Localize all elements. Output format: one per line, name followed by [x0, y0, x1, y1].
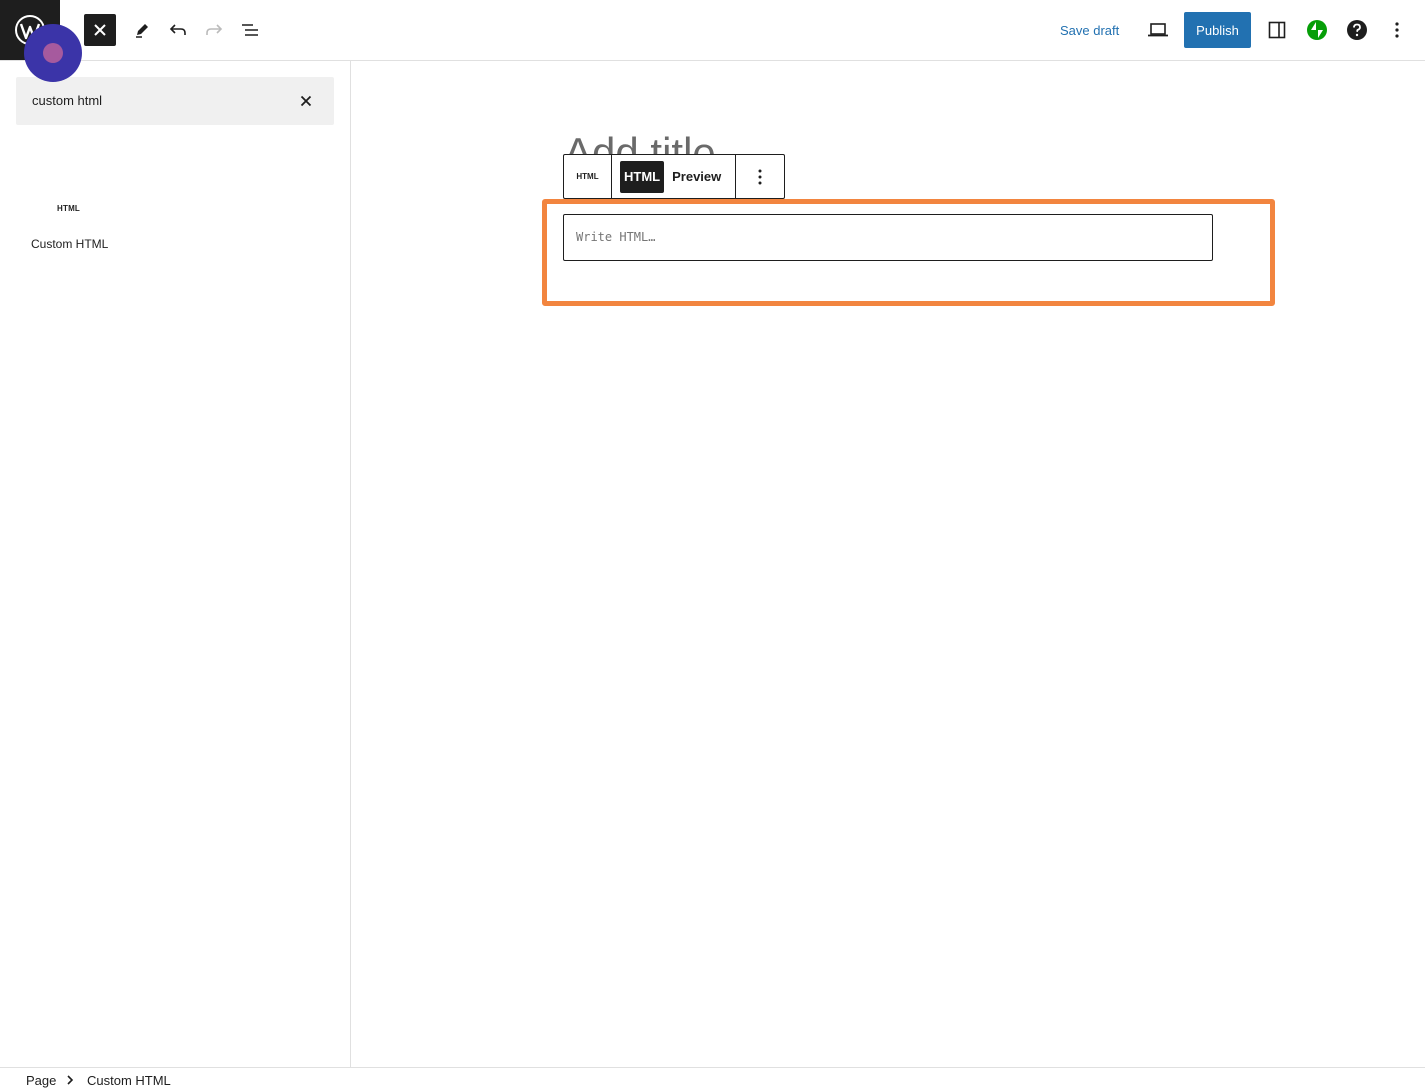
help-icon: [1347, 20, 1367, 40]
redo-icon: [206, 24, 223, 35]
chevron-right-icon: [67, 1075, 74, 1085]
clear-search-button[interactable]: [294, 89, 318, 113]
settings-sidebar-button[interactable]: [1261, 14, 1293, 46]
search-value[interactable]: custom html: [32, 93, 102, 108]
block-options-button[interactable]: [736, 155, 784, 198]
list-view-icon: [242, 24, 258, 36]
settings-sidebar-icon: [1268, 21, 1286, 39]
block-result-custom-html[interactable]: HTML Custom HTML: [20, 191, 118, 261]
block-breadcrumb: Page Custom HTML: [0, 1067, 1425, 1092]
close-icon: [300, 95, 312, 107]
publish-button[interactable]: Publish: [1184, 12, 1251, 48]
html-code-textarea[interactable]: Write HTML…: [563, 214, 1213, 261]
pen-icon: [136, 24, 148, 38]
editor-canvas: Add title HTML HTML Preview Write HTML…: [352, 61, 1425, 1067]
block-search-input[interactable]: custom html: [16, 77, 334, 125]
undo-icon: [169, 24, 186, 35]
jetpack-button[interactable]: [1301, 14, 1333, 46]
breadcrumb-current-block: Custom HTML: [87, 1073, 171, 1088]
block-result-label: Custom HTML: [31, 237, 109, 251]
editor-header: Save draft Publish: [0, 0, 1425, 61]
close-icon: [94, 24, 106, 36]
tools-button[interactable]: [126, 14, 158, 46]
options-button[interactable]: [1381, 14, 1413, 46]
html-block-icon: HTML: [57, 204, 81, 213]
breadcrumb-page[interactable]: Page: [26, 1073, 56, 1088]
tab-preview[interactable]: Preview: [666, 161, 727, 193]
redo-button[interactable]: [198, 14, 230, 46]
block-toolbar: HTML HTML Preview: [563, 154, 786, 199]
html-block-type-icon: HTML: [576, 172, 599, 181]
html-textarea-placeholder: Write HTML…: [576, 230, 656, 244]
block-inserter-panel: custom html HTML Custom HTML: [0, 61, 351, 1067]
tab-html[interactable]: HTML: [620, 160, 665, 193]
html-preview-tabs: HTML Preview: [612, 155, 737, 198]
desktop-preview-icon: [1148, 23, 1168, 37]
block-type-switcher[interactable]: HTML: [564, 155, 612, 198]
touch-cursor-inner: [43, 43, 63, 63]
close-inserter-button[interactable]: [84, 14, 116, 46]
touch-cursor-indicator: [24, 24, 82, 82]
save-draft-button[interactable]: Save draft: [1052, 14, 1127, 46]
help-button[interactable]: [1341, 14, 1373, 46]
more-vertical-icon: [1395, 22, 1399, 38]
undo-button[interactable]: [162, 14, 194, 46]
jetpack-icon: [1307, 20, 1327, 40]
more-vertical-icon: [758, 169, 762, 184]
preview-button[interactable]: [1142, 14, 1174, 46]
list-view-button[interactable]: [234, 14, 266, 46]
